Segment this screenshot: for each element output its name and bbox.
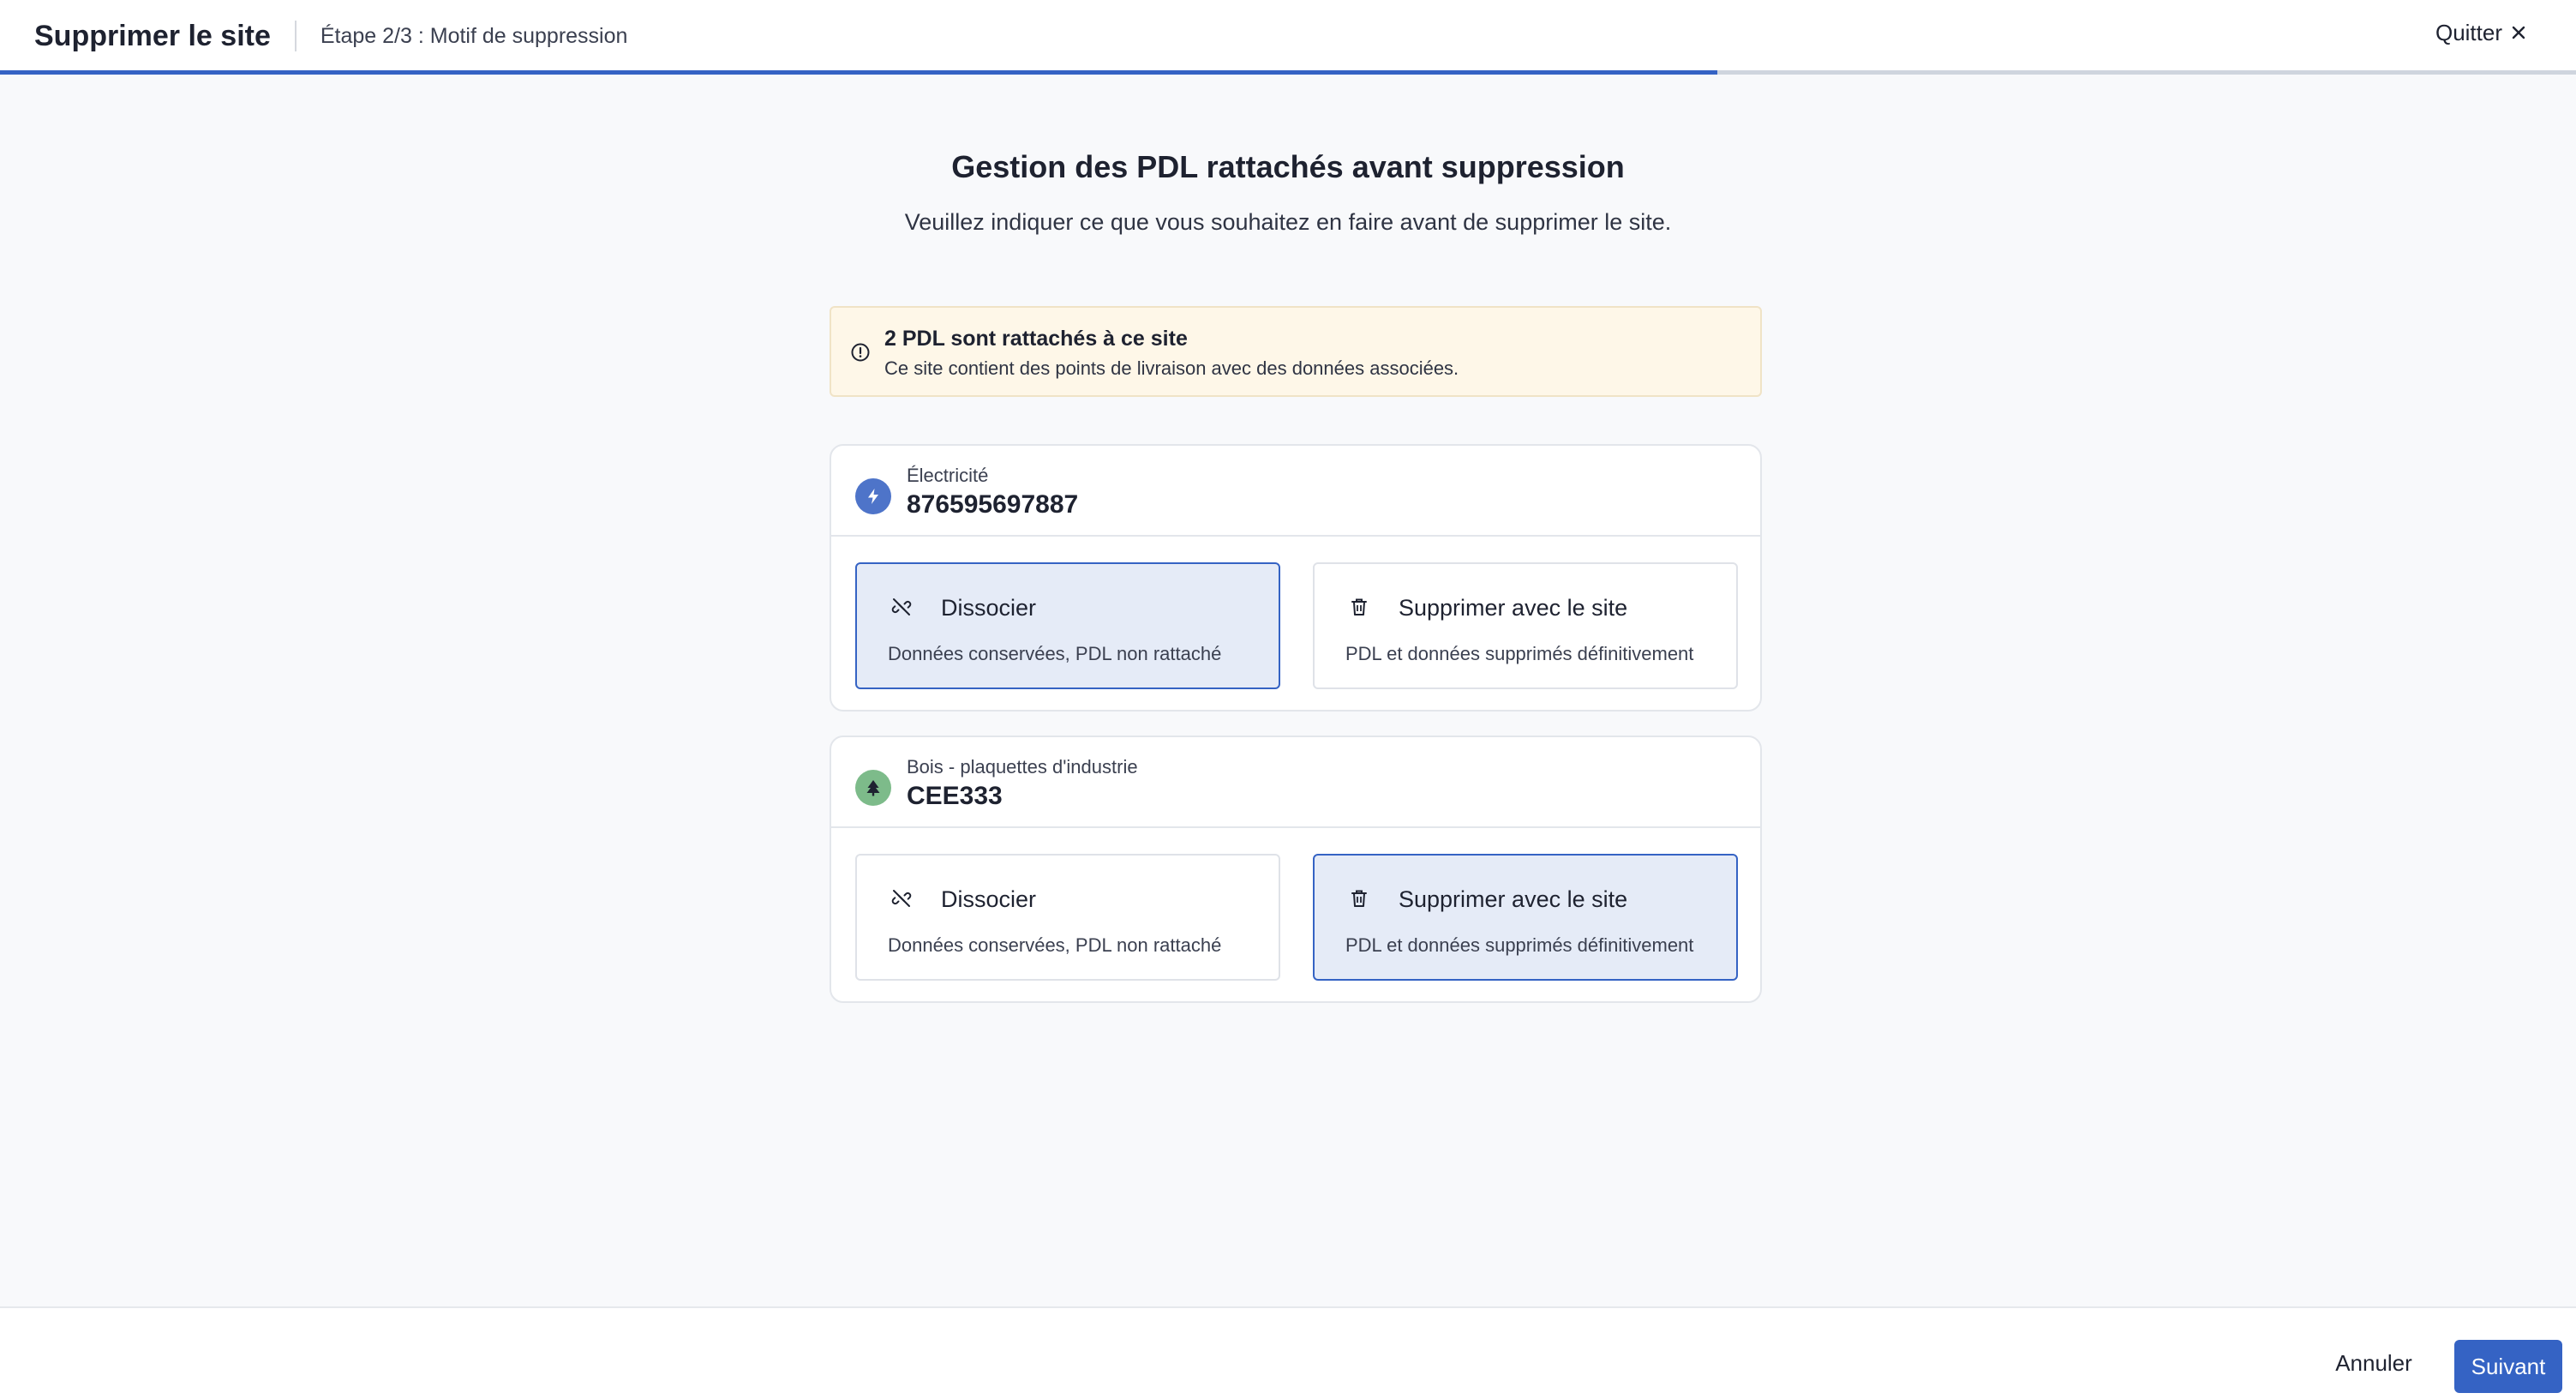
energy-type-label: Bois - plaquettes d'industrie bbox=[907, 756, 1138, 778]
alert-title: 2 PDL sont rattachés à ce site bbox=[884, 327, 1188, 351]
unlink-icon bbox=[891, 598, 912, 615]
header-divider bbox=[294, 21, 297, 51]
option-title: Dissocier bbox=[941, 886, 1037, 912]
section-title: Gestion des PDL rattachés avant suppress… bbox=[951, 149, 1625, 184]
pdl-card-header: Électricité 876595697887 bbox=[831, 446, 1760, 537]
supprimer-option[interactable]: Supprimer avec le site PDL et données su… bbox=[1313, 854, 1738, 981]
energy-type-label: Électricité bbox=[907, 465, 989, 486]
page-header: Supprimer le site Étape 2/3 : Motif de s… bbox=[0, 0, 2576, 72]
warning-alert: 2 PDL sont rattachés à ce site Ce site c… bbox=[830, 306, 1762, 397]
info-circle-icon bbox=[851, 343, 870, 362]
trash-icon bbox=[1351, 598, 1367, 615]
pdl-card-header: Bois - plaquettes d'industrie CEE333 bbox=[831, 737, 1760, 828]
dissocier-option[interactable]: Dissocier Données conservées, PDL non ra… bbox=[855, 854, 1280, 981]
quit-label: Quitter bbox=[2435, 19, 2502, 45]
main-content: Gestion des PDL rattachés avant suppress… bbox=[0, 75, 2576, 1307]
unlink-icon bbox=[891, 890, 912, 907]
page-title: Supprimer le site bbox=[34, 19, 271, 52]
option-description: Données conservées, PDL non rattaché bbox=[888, 934, 1222, 956]
close-icon bbox=[2512, 26, 2525, 39]
pdl-identifier: CEE333 bbox=[907, 782, 1003, 810]
quit-button[interactable]: Quitter bbox=[2435, 17, 2526, 48]
alert-text: Ce site contient des points de livraison… bbox=[884, 357, 1459, 379]
option-description: PDL et données supprimés définitivement bbox=[1345, 643, 1694, 664]
next-button[interactable]: Suivant bbox=[2454, 1340, 2562, 1393]
pdl-card: Électricité 876595697887 Dissocier Donné… bbox=[830, 444, 1762, 712]
option-description: Données conservées, PDL non rattaché bbox=[888, 643, 1222, 664]
tree-icon bbox=[855, 770, 891, 806]
page-footer: Annuler Suivant bbox=[0, 1306, 2576, 1399]
dissocier-option[interactable]: Dissocier Données conservées, PDL non ra… bbox=[855, 562, 1280, 689]
cancel-button[interactable]: Annuler bbox=[2314, 1344, 2434, 1382]
option-title: Dissocier bbox=[941, 595, 1037, 621]
option-title: Supprimer avec le site bbox=[1399, 595, 1628, 621]
option-title: Supprimer avec le site bbox=[1399, 886, 1628, 912]
step-indicator: Étape 2/3 : Motif de suppression bbox=[320, 23, 628, 48]
pdl-identifier: 876595697887 bbox=[907, 490, 1079, 519]
lightning-icon bbox=[855, 478, 891, 514]
option-description: PDL et données supprimés définitivement bbox=[1345, 934, 1694, 956]
trash-icon bbox=[1351, 890, 1367, 907]
pdl-card: Bois - plaquettes d'industrie CEE333 Dis… bbox=[830, 736, 1762, 1003]
section-subtitle: Veuillez indiquer ce que vous souhaitez … bbox=[904, 209, 1672, 235]
supprimer-option[interactable]: Supprimer avec le site PDL et données su… bbox=[1313, 562, 1738, 689]
